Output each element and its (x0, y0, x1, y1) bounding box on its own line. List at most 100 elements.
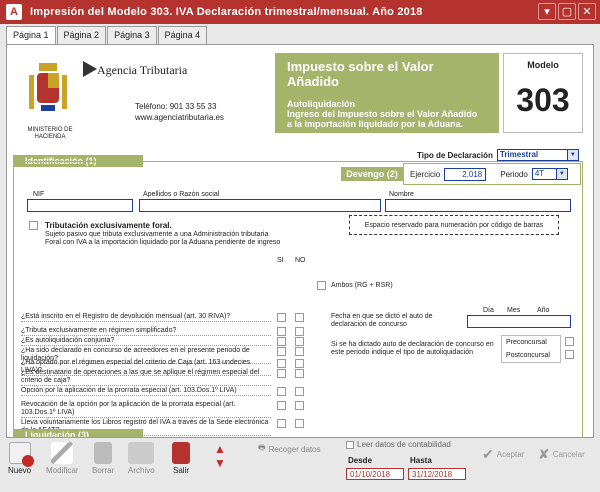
question-si-checkbox[interactable] (277, 401, 286, 410)
question-si-checkbox[interactable] (277, 313, 286, 322)
preconcursal-checkbox[interactable] (565, 337, 574, 346)
question-no-checkbox[interactable] (295, 347, 304, 356)
postconcursal-checkbox[interactable] (565, 350, 574, 359)
ministerio-label: MINISTERIO DE HACIENDA (27, 127, 73, 140)
periodo-value: 4T (534, 169, 545, 178)
telefono-text: Teléfono: 901 33 55 33 (135, 102, 217, 111)
impuesto-banner: Impuesto sobre el Valor Añadido Autoliqu… (275, 53, 499, 133)
tributacion-line-2: Foral con IVA a la importación liquidado… (45, 239, 281, 246)
ano-label: Año (537, 307, 550, 314)
exit-door-icon (172, 442, 190, 464)
mes-label: Mes (507, 307, 521, 314)
modificar-button[interactable]: Modificar (46, 442, 78, 475)
no-header: NO (295, 257, 306, 264)
agencia-name: Agencia Tributaria (97, 63, 188, 77)
barcode-area: Espacio reservado para numeración por có… (349, 215, 559, 235)
tipo-label: Tipo de Declaración (417, 150, 493, 160)
tributacion-foral-checkbox[interactable] (29, 221, 38, 230)
archivo-button[interactable]: Archivo (128, 442, 155, 475)
devengo-label: Devengo (2) (341, 167, 403, 181)
nif-label: NIF (33, 191, 45, 198)
apellidos-input[interactable] (139, 199, 381, 212)
aceptar-button[interactable]: ✔ Aceptar (482, 446, 524, 463)
question-no-checkbox[interactable] (295, 369, 304, 378)
tipo-declaracion: Tipo de Declaración Trimestral ▼ (417, 149, 579, 161)
nuevo-label: Nuevo (8, 466, 32, 475)
periodo-select[interactable]: 4T ▼ (531, 168, 568, 180)
tab-pagina-4[interactable]: Página 4 (157, 26, 208, 44)
modelo-box: Modelo 303 (503, 53, 583, 133)
ambos-checkbox[interactable] (317, 281, 326, 290)
question-text: ¿Es autoliquidación conjunta? (21, 337, 271, 346)
question-si-checkbox[interactable] (277, 337, 286, 346)
devengo-row: Ejercicio 2.018 Periodo 4T ▼ (403, 163, 581, 185)
cancelar-button[interactable]: ✘ Cancelar (538, 446, 585, 463)
recoger-label: Recoger datos (268, 444, 321, 454)
page-nav: ▲ ▼ (214, 442, 226, 470)
question-no-checkbox[interactable] (295, 327, 304, 336)
question-si-checkbox[interactable] (277, 359, 286, 368)
page-up-icon[interactable]: ▲ (214, 442, 226, 456)
question-text: Opción por la aplicación de la prorrata … (21, 387, 271, 396)
tab-strip: Página 1 Página 2 Página 3 Página 4 (6, 26, 208, 44)
si-header: SI (277, 257, 284, 264)
aceptar-label: Aceptar (496, 450, 525, 459)
ejercicio-label: Ejercicio (410, 169, 441, 179)
minimize-button[interactable]: ▾ (538, 3, 556, 20)
question-si-checkbox[interactable] (277, 419, 286, 428)
recoger-datos-button[interactable]: 🖶 Recoger datos (258, 442, 321, 456)
question-si-checkbox[interactable] (277, 369, 286, 378)
window-frame: Página 1 Página 2 Página 3 Página 4 MINI… (0, 24, 600, 492)
question-no-checkbox[interactable] (295, 387, 304, 396)
tipo-select[interactable]: Trimestral ▼ (496, 149, 579, 161)
question-no-checkbox[interactable] (295, 401, 304, 410)
question-no-checkbox[interactable] (295, 313, 304, 322)
modelo-number: 303 (516, 82, 570, 118)
cancel-x-icon: ✘ (538, 446, 550, 462)
question-si-checkbox[interactable] (277, 347, 286, 356)
check-icon: ✔ (482, 446, 494, 462)
periodo-label: Periodo (500, 169, 528, 179)
modificar-label: Modificar (46, 466, 79, 475)
trash-icon (94, 442, 113, 464)
dia-label: Día (483, 307, 494, 314)
pencil-icon (51, 442, 74, 464)
page-down-icon[interactable]: ▼ (214, 456, 226, 470)
maximize-button[interactable]: ▢ (558, 3, 576, 20)
archivo-label: Archivo (128, 466, 155, 475)
question-si-checkbox[interactable] (277, 327, 286, 336)
tab-pagina-2[interactable]: Página 2 (56, 26, 107, 44)
tipo-value: Trimestral (499, 150, 539, 159)
question-no-checkbox[interactable] (295, 337, 304, 346)
leer-datos-checkbox[interactable] (346, 440, 354, 449)
hasta-label: Hasta (410, 456, 432, 465)
preconcursal-label: Preconcursal (506, 339, 547, 346)
borrar-button[interactable]: Borrar (92, 442, 114, 475)
nuevo-button[interactable]: Nuevo (8, 442, 34, 475)
form-header: MINISTERIO DE HACIENDA Agencia Tributari… (17, 53, 585, 161)
ejercicio-input[interactable]: 2.018 (444, 167, 487, 181)
nombre-input[interactable] (385, 199, 571, 212)
chevron-down-icon: ▼ (555, 169, 567, 179)
close-button[interactable]: ✕ (578, 3, 596, 20)
chevron-down-icon: ▼ (566, 150, 578, 160)
question-no-checkbox[interactable] (295, 419, 304, 428)
nif-input[interactable] (27, 199, 133, 212)
fecha-auto-input[interactable] (467, 315, 571, 328)
question-no-checkbox[interactable] (295, 359, 304, 368)
impuesto-title: Impuesto sobre el Valor Añadido (287, 59, 434, 89)
desde-input[interactable]: 01/10/2018 (346, 468, 404, 480)
tab-pagina-3[interactable]: Página 3 (107, 26, 157, 44)
question-text: Revocación de la opción por la aplicació… (21, 401, 271, 418)
hasta-input[interactable]: 31/12/2018 (408, 468, 466, 480)
ingreso-line-1: Ingreso del Impuesto sobre el Valor Añad… (287, 109, 478, 119)
form-page: MINISTERIO DE HACIENDA Agencia Tributari… (6, 44, 594, 438)
question-si-checkbox[interactable] (277, 387, 286, 396)
question-text: ¿Tributa exclusivamente en régimen simpl… (21, 327, 271, 336)
salir-label: Salir (172, 466, 189, 475)
leer-label: Leer datos de contabilidad (357, 440, 451, 449)
salir-button[interactable]: Salir (172, 442, 190, 475)
tab-pagina-1[interactable]: Página 1 (6, 26, 56, 44)
modelo-label: Modelo (527, 60, 559, 70)
new-document-icon (8, 442, 34, 467)
